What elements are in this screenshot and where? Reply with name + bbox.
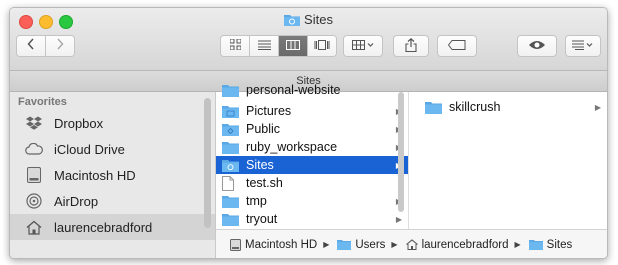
list-item-public[interactable]: Public ▶ <box>216 120 408 138</box>
folder-icon <box>222 195 240 208</box>
sidebar-scrollbar[interactable] <box>204 98 211 228</box>
folder-icon <box>222 213 240 226</box>
file-name: ruby_workspace <box>246 140 338 154</box>
cover-flow-button[interactable] <box>308 36 336 56</box>
disclosure-arrow-icon: ▶ <box>594 102 601 112</box>
folder-icon <box>222 123 240 136</box>
hard-drive-icon <box>230 238 241 251</box>
folder-icon <box>284 13 301 29</box>
list-view-button[interactable] <box>250 36 279 56</box>
file-column-1: personal-website Pictures ▶ Public ▶ rub… <box>216 83 409 229</box>
airdrop-icon <box>24 193 44 209</box>
folder-icon <box>222 84 240 97</box>
chevron-right-icon <box>56 37 64 55</box>
path-crumb-macintosh-hd[interactable]: Macintosh HD <box>230 238 318 251</box>
quick-look-button[interactable] <box>517 35 557 57</box>
document-icon <box>222 175 240 191</box>
disclosure-arrow-icon: ▶ <box>395 214 402 224</box>
share-icon <box>405 37 417 55</box>
back-button[interactable] <box>17 36 46 56</box>
file-name: tryout <box>246 212 278 226</box>
path-bar: Macintosh HD ▶ Users ▶ laurencebradford … <box>216 229 607 258</box>
sidebar-heading: Favorites <box>18 96 67 108</box>
finder-window: Sites Sites Favorites Dropbox iCloud Dri… <box>9 7 608 259</box>
eye-icon <box>528 39 546 54</box>
share-button[interactable] <box>393 35 429 57</box>
file-name: test.sh <box>246 176 283 190</box>
sidebar-item-label: laurencebradford <box>54 219 153 235</box>
sidebar-item-label: AirDrop <box>54 193 99 209</box>
file-name: personal-website <box>246 83 341 97</box>
crumb-label: Users <box>355 238 386 251</box>
file-name: tmp <box>246 194 267 208</box>
folder-icon <box>222 159 240 172</box>
folder-icon <box>337 239 352 250</box>
list-item-pictures[interactable]: Pictures ▶ <box>216 102 408 120</box>
cover-flow-icon <box>314 37 330 55</box>
path-crumb-sites[interactable]: Sites <box>528 238 573 251</box>
folder-icon <box>222 141 240 154</box>
column-view-button[interactable] <box>279 36 308 56</box>
hard-drive-icon <box>24 167 44 183</box>
path-separator-icon: ▶ <box>323 240 330 249</box>
dropbox-icon <box>24 116 44 130</box>
folder-icon <box>222 105 240 118</box>
file-column-2: skillcrush ▶ <box>409 92 607 229</box>
file-name: Sites <box>246 158 274 172</box>
columns-icon <box>286 37 300 55</box>
list-item-tryout[interactable]: tryout ▶ <box>216 210 408 228</box>
titlebar: Sites <box>10 8 607 71</box>
sidebar-item-macintosh-hd[interactable]: Macintosh HD <box>10 162 215 188</box>
forward-button[interactable] <box>46 36 74 56</box>
path-crumb-home[interactable]: laurencebradford <box>405 238 509 251</box>
list-item-ruby-workspace[interactable]: ruby_workspace ▶ <box>216 138 408 156</box>
file-name: Pictures <box>246 104 292 118</box>
column-scrollbar[interactable] <box>398 92 404 212</box>
list-item-tmp[interactable]: tmp ▶ <box>216 192 408 210</box>
home-icon <box>405 239 418 250</box>
tag-icon <box>447 39 466 53</box>
arrange-grid-icon <box>352 39 374 53</box>
sidebar-item-airdrop[interactable]: AirDrop <box>10 188 215 214</box>
home-icon <box>24 220 44 235</box>
action-button[interactable] <box>565 35 601 57</box>
list-item-test-sh[interactable]: test.sh <box>216 174 408 192</box>
action-menu-icon <box>572 39 594 53</box>
sidebar-item-label: Macintosh HD <box>54 167 136 183</box>
arrange-button[interactable] <box>343 35 383 57</box>
grid-icon <box>229 37 241 55</box>
cloud-icon <box>24 143 44 155</box>
path-separator-icon: ▶ <box>391 240 398 249</box>
folder-icon <box>425 101 443 114</box>
path-separator-icon: ▶ <box>514 240 521 249</box>
view-mode-selector <box>220 35 337 57</box>
sidebar-item-label: Dropbox <box>54 115 104 131</box>
sidebar: Favorites Dropbox iCloud Drive Macintosh… <box>10 92 216 258</box>
window-title: Sites <box>10 12 607 29</box>
window-title-text: Sites <box>304 12 333 27</box>
crumb-label: laurencebradford <box>421 238 509 251</box>
sidebar-item-dropbox[interactable]: Dropbox <box>10 110 215 136</box>
list-item[interactable]: personal-website <box>216 83 408 97</box>
list-icon <box>257 37 271 55</box>
list-item-skillcrush[interactable]: skillcrush ▶ <box>409 98 607 116</box>
folder-icon <box>528 239 543 250</box>
list-item-sites[interactable]: Sites ▶ <box>216 156 408 174</box>
icon-view-button[interactable] <box>221 36 250 56</box>
tags-button[interactable] <box>437 35 477 57</box>
file-name: skillcrush <box>449 100 501 114</box>
sidebar-item-home[interactable]: laurencebradford <box>10 214 215 240</box>
sidebar-item-icloud-drive[interactable]: iCloud Drive <box>10 136 215 162</box>
crumb-label: Macintosh HD <box>245 238 318 251</box>
chevron-left-icon <box>27 37 35 55</box>
crumb-label: Sites <box>546 238 573 251</box>
file-name: Public <box>246 122 281 136</box>
nav-buttons <box>16 35 75 57</box>
sidebar-item-label: iCloud Drive <box>54 141 125 157</box>
path-crumb-users[interactable]: Users <box>337 239 385 251</box>
